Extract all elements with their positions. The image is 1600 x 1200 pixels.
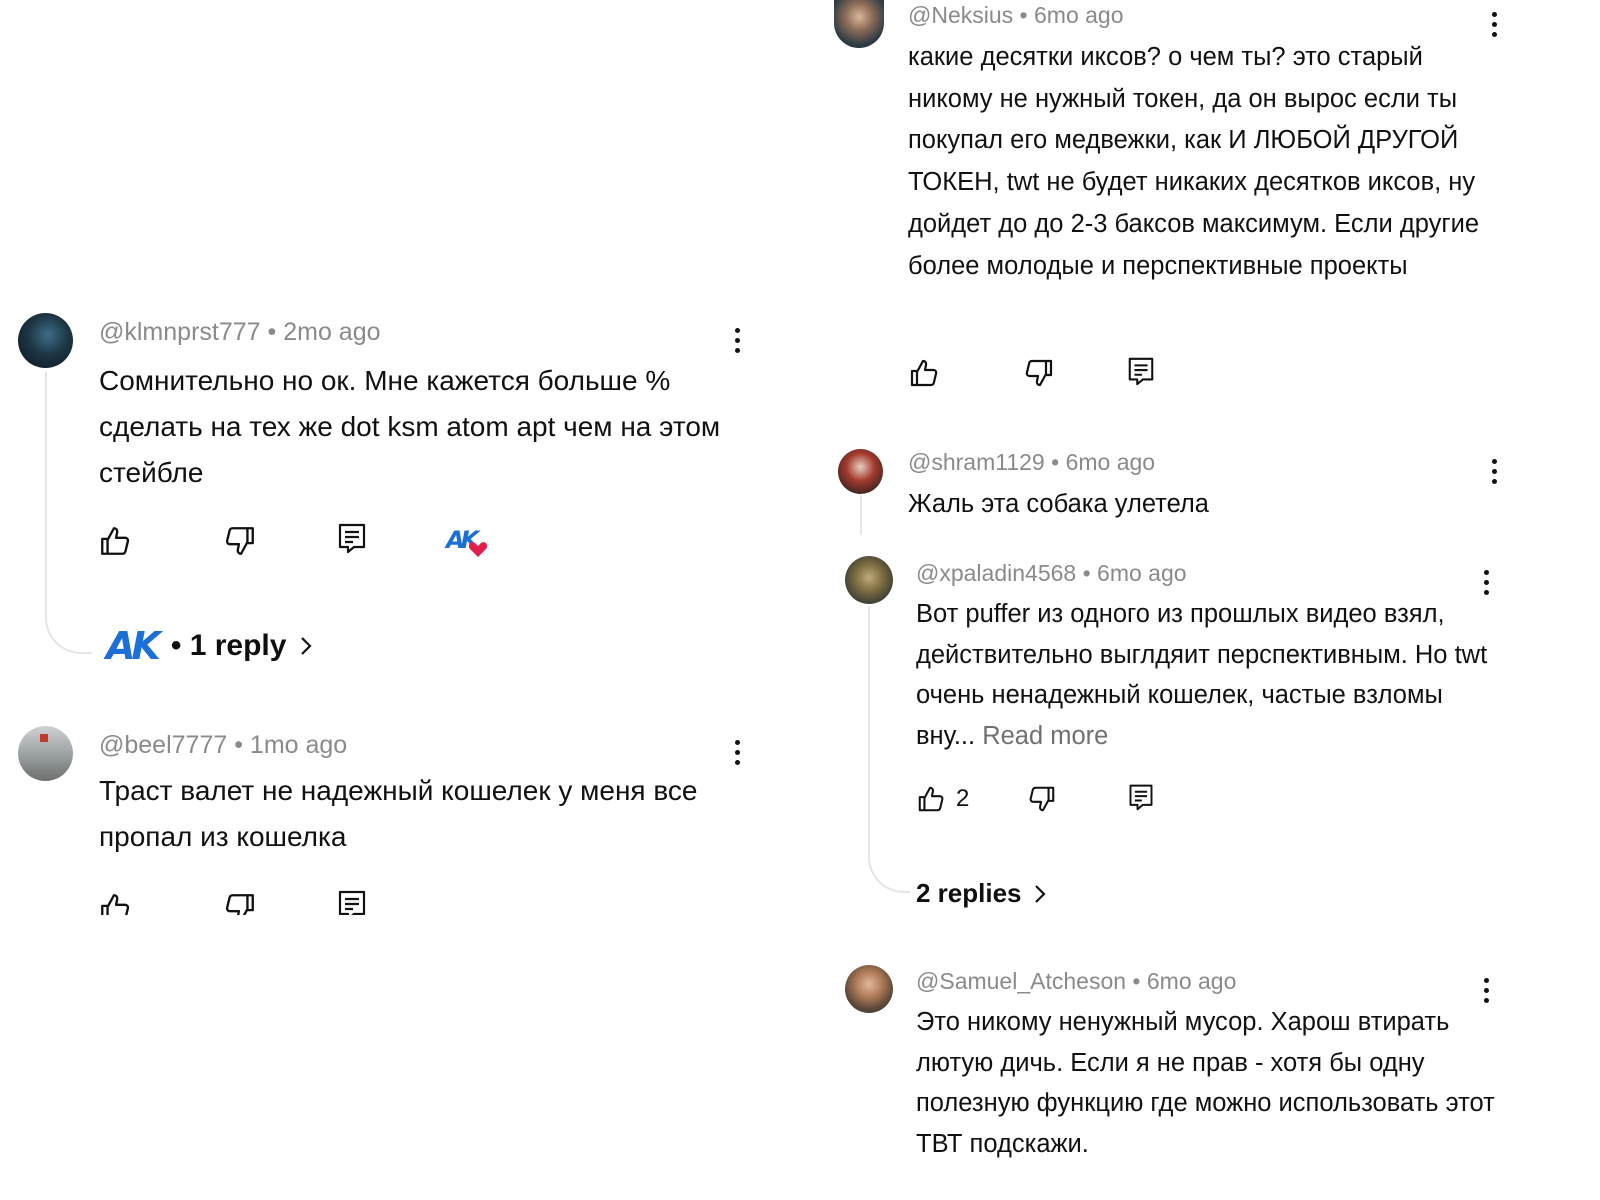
like-icon bbox=[98, 524, 132, 558]
meta-separator: • bbox=[1013, 2, 1034, 28]
more-icon[interactable] bbox=[1482, 978, 1490, 1003]
dislike-button[interactable] bbox=[223, 524, 257, 558]
comment-meta: @beel7777 • 1mo ago bbox=[99, 731, 347, 760]
comment-time[interactable]: 6mo ago bbox=[1066, 449, 1156, 475]
more-icon[interactable] bbox=[733, 740, 741, 765]
comment-text: Сомнительно но ок. Мне кажется больше % … bbox=[99, 365, 721, 488]
meta-separator: • bbox=[1126, 968, 1147, 994]
dislike-button[interactable] bbox=[1023, 357, 1055, 389]
avatar[interactable] bbox=[845, 556, 893, 604]
more-icon[interactable] bbox=[1482, 570, 1490, 595]
meta-separator: • bbox=[1044, 449, 1066, 475]
thread-line bbox=[45, 372, 92, 654]
avatar[interactable] bbox=[838, 449, 883, 494]
dislike-icon bbox=[223, 524, 257, 558]
like-icon bbox=[908, 357, 940, 389]
author-handle[interactable]: @klmnprst777 bbox=[99, 318, 261, 346]
replies-toggle[interactable]: AK • 1 reply bbox=[106, 624, 314, 668]
dislike-button[interactable] bbox=[1027, 784, 1057, 814]
meta-separator: • bbox=[1076, 560, 1098, 586]
comment-time[interactable]: 1mo ago bbox=[250, 731, 347, 759]
avatar[interactable] bbox=[18, 726, 73, 781]
chevron-right-icon bbox=[1032, 882, 1048, 906]
dislike-icon bbox=[1023, 357, 1055, 389]
reply-icon bbox=[1127, 782, 1155, 812]
comment-text: Жаль эта собака улетела bbox=[908, 490, 1209, 518]
read-more-link[interactable]: Read more bbox=[982, 722, 1108, 750]
like-button[interactable] bbox=[98, 524, 132, 558]
like-icon bbox=[916, 784, 946, 814]
comment-time[interactable]: 6mo ago bbox=[1097, 560, 1187, 586]
reply-icon bbox=[1126, 356, 1156, 386]
reply-button[interactable] bbox=[1127, 782, 1155, 812]
comment-meta: @klmnprst777 • 2mo ago bbox=[99, 318, 381, 347]
reply-author-avatar: AK bbox=[106, 624, 161, 668]
dislike-icon bbox=[223, 891, 257, 915]
comment-meta: @Neksius • 6mo ago bbox=[908, 2, 1124, 29]
like-icon bbox=[98, 891, 132, 915]
comment-text: какие десятки иксов? о чем ты? это стары… bbox=[908, 43, 1480, 280]
meta-separator: • bbox=[260, 318, 284, 346]
comment-time[interactable]: 6mo ago bbox=[1034, 2, 1124, 28]
reply-button[interactable] bbox=[1126, 356, 1156, 386]
comment-meta: @xpaladin4568 • 6mo ago bbox=[916, 560, 1187, 587]
more-icon[interactable] bbox=[1490, 459, 1498, 484]
creator-heart-badge: AK bbox=[446, 526, 488, 557]
reply-icon bbox=[336, 522, 368, 554]
comment-text: Это никому ненужный мусор. Харош втирать… bbox=[916, 1008, 1495, 1159]
comment-meta: @shram1129 • 6mo ago bbox=[908, 449, 1155, 476]
like-button[interactable] bbox=[908, 357, 940, 389]
author-handle[interactable]: @Samuel_Atcheson bbox=[916, 968, 1126, 994]
replies-label: • 1 reply bbox=[170, 629, 287, 662]
thread-line bbox=[868, 606, 910, 893]
author-handle[interactable]: @Neksius bbox=[908, 2, 1013, 28]
replies-toggle[interactable]: 2 replies bbox=[916, 878, 1048, 909]
avatar[interactable] bbox=[834, 0, 884, 48]
thread-line bbox=[860, 495, 862, 535]
author-handle[interactable]: @shram1129 bbox=[908, 449, 1045, 475]
comment-time[interactable]: 6mo ago bbox=[1147, 968, 1237, 994]
reply-button[interactable] bbox=[336, 522, 368, 554]
meta-separator: • bbox=[227, 731, 250, 759]
more-icon[interactable] bbox=[733, 328, 741, 353]
reply-button[interactable] bbox=[336, 889, 368, 915]
avatar[interactable] bbox=[845, 965, 893, 1013]
avatar[interactable] bbox=[18, 313, 73, 368]
chevron-right-icon bbox=[298, 634, 314, 658]
dislike-icon bbox=[1027, 784, 1057, 814]
action-bar bbox=[90, 885, 410, 915]
like-count: 2 bbox=[956, 785, 970, 812]
comment-text: Траст валет не надежный кошелек у меня в… bbox=[99, 775, 698, 852]
heart-icon bbox=[468, 542, 488, 557]
like-button[interactable] bbox=[98, 891, 132, 915]
reply-icon bbox=[336, 889, 368, 915]
replies-label: 2 replies bbox=[916, 878, 1022, 908]
author-handle[interactable]: @xpaladin4568 bbox=[916, 560, 1076, 586]
comment-meta: @Samuel_Atcheson • 6mo ago bbox=[916, 968, 1236, 995]
comment-text: Вот puffer из одного из прошлых видео вз… bbox=[916, 594, 1496, 757]
dislike-button[interactable] bbox=[223, 891, 257, 915]
more-icon[interactable] bbox=[1490, 12, 1498, 37]
author-handle[interactable]: @beel7777 bbox=[99, 731, 227, 759]
comment-time[interactable]: 2mo ago bbox=[283, 318, 380, 346]
like-button[interactable]: 2 bbox=[916, 784, 969, 814]
